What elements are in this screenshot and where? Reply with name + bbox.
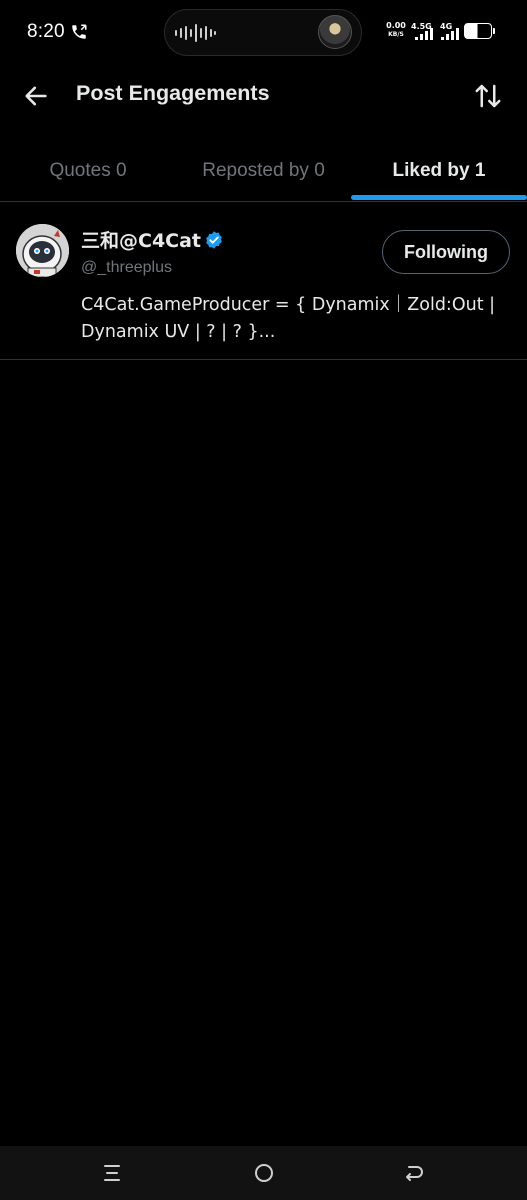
recents-icon bbox=[104, 1165, 120, 1181]
astronaut-cat-avatar bbox=[16, 224, 69, 277]
net-speed-value: 0.00 bbox=[386, 21, 406, 30]
status-bar: 8:20 0.00 KB/S 4.5G 4G 48 bbox=[0, 0, 527, 66]
call-icon bbox=[72, 24, 87, 39]
arrow-left-icon bbox=[25, 86, 47, 106]
home-icon bbox=[255, 1164, 273, 1182]
net-speed: 0.00 KB/S bbox=[384, 22, 408, 39]
signal-icon bbox=[415, 28, 433, 40]
signal-icon bbox=[441, 28, 459, 40]
status-time: 8:20 bbox=[27, 21, 65, 42]
battery-tip bbox=[493, 28, 495, 34]
active-tab-indicator bbox=[351, 195, 527, 200]
sort-arrows-icon bbox=[475, 84, 501, 108]
sort-button[interactable] bbox=[466, 74, 510, 118]
page-title: Post Engagements bbox=[76, 81, 270, 105]
engagement-tabs: Quotes 0 Reposted by 0 Liked by 1 bbox=[0, 140, 527, 202]
home-button[interactable] bbox=[234, 1146, 294, 1200]
battery-icon: 48 bbox=[464, 23, 492, 39]
tab-liked-by[interactable]: Liked by 1 bbox=[351, 140, 527, 201]
verified-badge-icon bbox=[206, 230, 222, 249]
following-button[interactable]: Following bbox=[382, 230, 510, 274]
system-back-button[interactable] bbox=[384, 1146, 444, 1200]
back-button[interactable] bbox=[14, 74, 58, 118]
voice-wave-icon bbox=[175, 24, 216, 42]
avatar[interactable] bbox=[16, 224, 69, 277]
tab-reposted-by[interactable]: Reposted by 0 bbox=[176, 140, 351, 201]
display-name-wrap[interactable]: 三和@C4Cat bbox=[81, 226, 224, 253]
back-icon bbox=[406, 1166, 423, 1181]
user-handle[interactable]: @_threeplus bbox=[81, 259, 172, 277]
system-nav-bar bbox=[0, 1146, 527, 1200]
battery-level: 48 bbox=[470, 23, 486, 36]
user-bio: C4Cat.GameProducer = { Dynamix｜Zold:Out … bbox=[81, 295, 496, 342]
recents-button[interactable] bbox=[82, 1146, 142, 1200]
display-name[interactable]: 三和@C4Cat bbox=[81, 226, 201, 253]
tab-quotes[interactable]: Quotes 0 bbox=[0, 140, 176, 201]
caller-avatar bbox=[318, 15, 352, 49]
net-speed-unit: KB/S bbox=[388, 31, 404, 38]
list-item[interactable]: 三和@C4Cat @_threeplus Following C4Cat.Gam… bbox=[0, 203, 527, 360]
